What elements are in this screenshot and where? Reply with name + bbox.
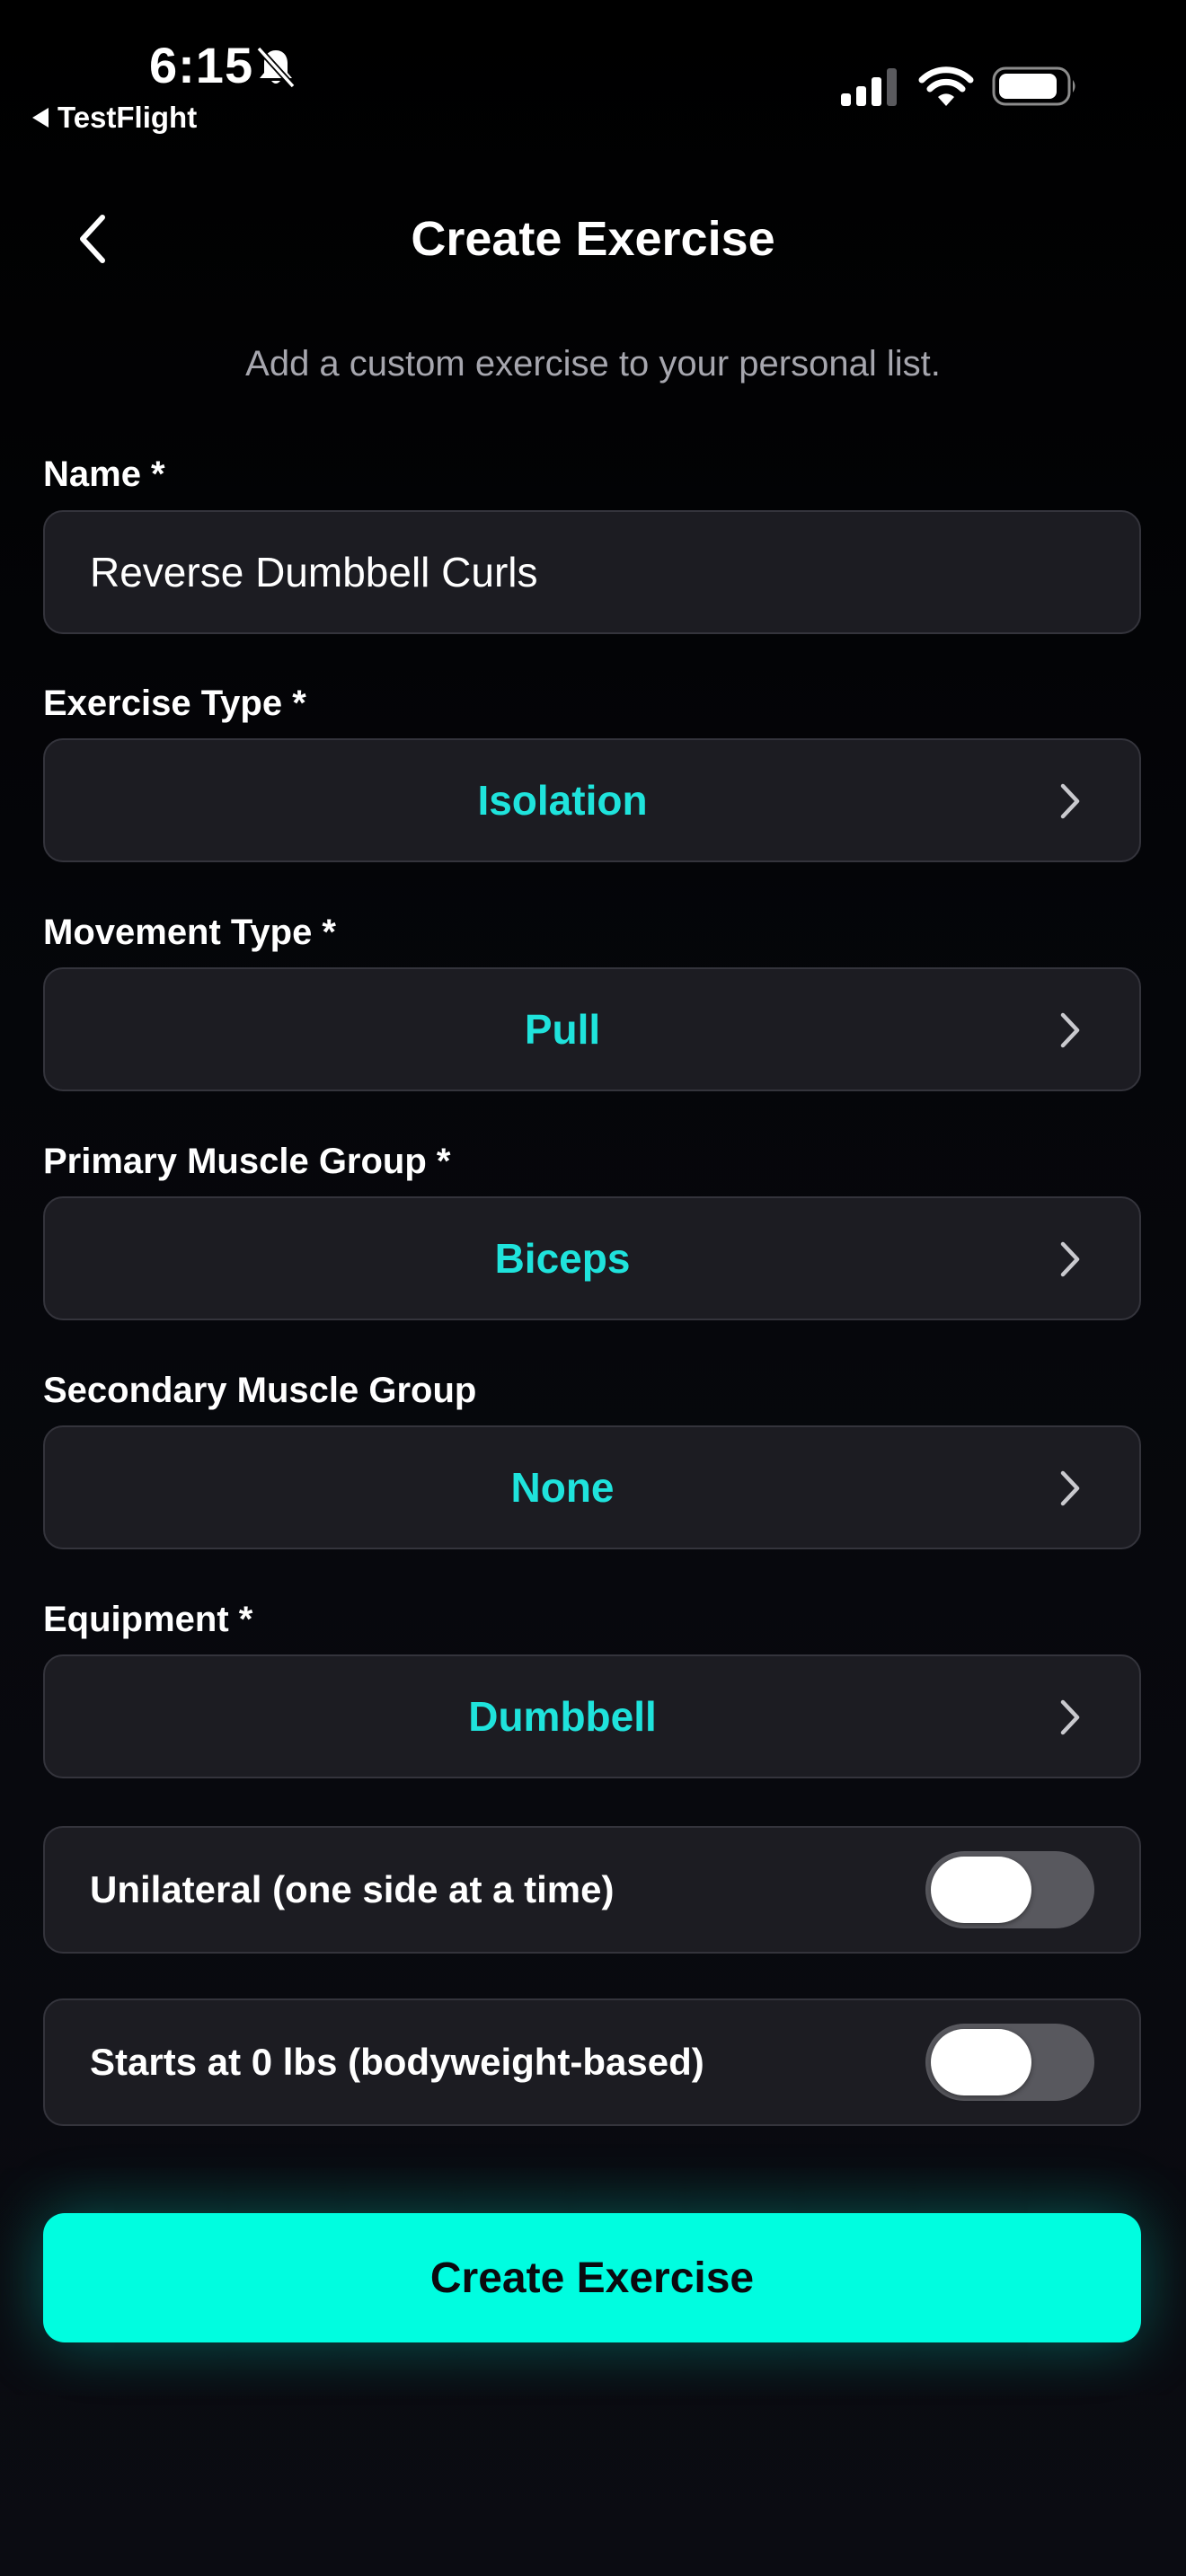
wifi-icon: [918, 66, 974, 106]
bell-slash-icon: [256, 46, 296, 89]
equipment-select[interactable]: Dumbbell: [43, 1654, 1141, 1778]
exercise-type-label: Exercise Type *: [43, 684, 306, 723]
equipment-label: Equipment *: [43, 1600, 253, 1639]
back-app-label: TestFlight: [58, 101, 198, 134]
exercise-type-select[interactable]: Isolation: [43, 738, 1141, 862]
movement-type-value: Pull: [524, 1006, 601, 1053]
name-input[interactable]: [45, 512, 1139, 632]
chevron-right-icon: [1060, 1470, 1080, 1506]
cellular-signal-icon: [841, 68, 897, 106]
unilateral-label: Unilateral (one side at a time): [90, 1868, 615, 1910]
unilateral-row: Unilateral (one side at a time): [43, 1826, 1141, 1954]
page-subtitle: Add a custom exercise to your personal l…: [245, 344, 941, 384]
chevron-right-icon: [1060, 783, 1080, 819]
primary-muscle-group-label: Primary Muscle Group *: [43, 1142, 451, 1181]
secondary-muscle-group-value: None: [510, 1464, 615, 1511]
back-triangle-icon: [32, 108, 49, 128]
secondary-muscle-group-select[interactable]: None: [43, 1425, 1141, 1549]
chevron-right-icon: [1060, 1012, 1080, 1048]
bodyweight-label: Starts at 0 lbs (bodyweight-based): [90, 2041, 704, 2083]
chevron-right-icon: [1060, 1241, 1080, 1277]
name-field-container: [43, 510, 1141, 634]
exercise-type-value: Isolation: [477, 777, 648, 824]
movement-type-select[interactable]: Pull: [43, 967, 1141, 1091]
movement-type-label: Movement Type *: [43, 913, 336, 952]
bodyweight-row: Starts at 0 lbs (bodyweight-based): [43, 1998, 1141, 2126]
status-time: 6:15: [149, 37, 254, 93]
toggle-knob: [931, 1857, 1031, 1923]
secondary-muscle-group-label: Secondary Muscle Group: [43, 1371, 477, 1410]
battery-icon: [992, 66, 1075, 106]
create-exercise-button[interactable]: Create Exercise: [43, 2213, 1141, 2342]
toggle-knob: [931, 2029, 1031, 2095]
primary-muscle-group-value: Biceps: [494, 1235, 631, 1282]
chevron-right-icon: [1060, 1699, 1080, 1735]
status-bar: 6:15 TestFlight: [0, 0, 1186, 153]
unilateral-toggle[interactable]: [925, 1851, 1094, 1928]
primary-muscle-group-select[interactable]: Biceps: [43, 1196, 1141, 1320]
name-label: Name *: [43, 454, 165, 494]
back-to-testflight-link[interactable]: TestFlight: [32, 101, 197, 135]
equipment-value: Dumbbell: [468, 1693, 657, 1740]
bodyweight-toggle[interactable]: [925, 2024, 1094, 2101]
page-title: Create Exercise: [411, 212, 775, 266]
